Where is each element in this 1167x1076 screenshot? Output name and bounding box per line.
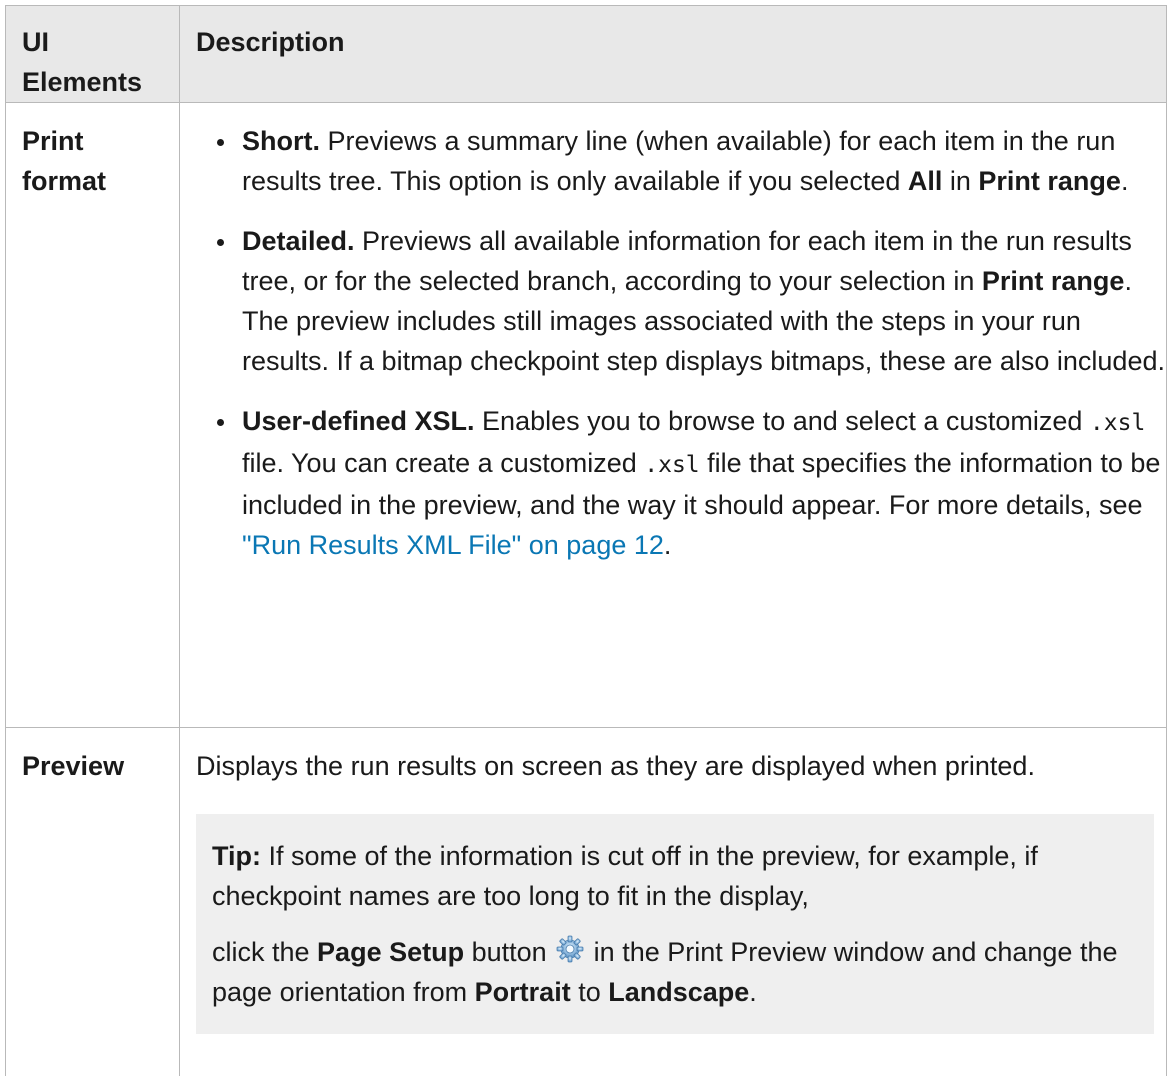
table-row: Preview Displays the run results on scre… [5,727,1167,1076]
preview-description: Displays the run results on screen as th… [196,751,1035,781]
bold-term: Print range [978,166,1121,196]
option-name: Detailed. [242,226,355,256]
option-text: . [1120,166,1129,196]
option-text: . [663,530,672,560]
gear-icon [554,933,586,965]
tip-text: If some of the information is cut off in… [212,841,1038,911]
row-label-preview: Preview [5,727,180,1076]
tip-text: click the [212,937,318,967]
table-row: Print format Short. Previews a summary l… [5,102,1167,728]
code-filename: .xsl [644,452,700,478]
tip-line-1: Tip: If some of the information is cut o… [212,836,1138,916]
list-item-detailed: Detailed. Previews all available informa… [196,221,1166,381]
tip-label: Tip: [212,841,261,871]
ui-elements-table: UI Elements Description Print format Sho… [5,5,1167,1076]
list-item-short: Short. Previews a summary line (when ava… [196,121,1166,201]
row-description-preview: Displays the run results on screen as th… [179,727,1167,1076]
run-results-xml-link[interactable]: "Run Results XML File" on page 12 [242,530,664,560]
option-name: Short. [242,126,320,156]
code-filename: .xsl [1089,410,1146,436]
row-description-print-format: Short. Previews a summary line (when ava… [179,102,1167,728]
bold-term: Portrait [474,977,571,1007]
bold-term: Page Setup [317,937,465,967]
tip-text: button [464,937,555,967]
option-text: in [942,166,979,196]
row-label-print-format: Print format [5,102,180,728]
bold-term: Print range [981,266,1125,296]
option-text: file. You can create a customized [242,448,645,478]
option-name: User-defined XSL. [242,406,475,436]
print-format-options-list: Short. Previews a summary line (when ava… [196,121,1166,565]
bold-term: Landscape [608,977,750,1007]
header-ui-elements: UI Elements [5,5,180,103]
tip-box: Tip: If some of the information is cut o… [196,814,1154,1034]
option-text: Enables you to browse to and select a cu… [474,406,1090,436]
table-header-row: UI Elements Description [5,5,1167,103]
tip-line-2: click the Page Setup button in the Print… [212,932,1138,1012]
list-item-user-defined-xsl: User-defined XSL. Enables you to browse … [196,401,1166,565]
bold-term: All [907,166,943,196]
tip-text: . [749,977,757,1007]
tip-text: to [570,977,609,1007]
header-description: Description [179,5,1167,103]
